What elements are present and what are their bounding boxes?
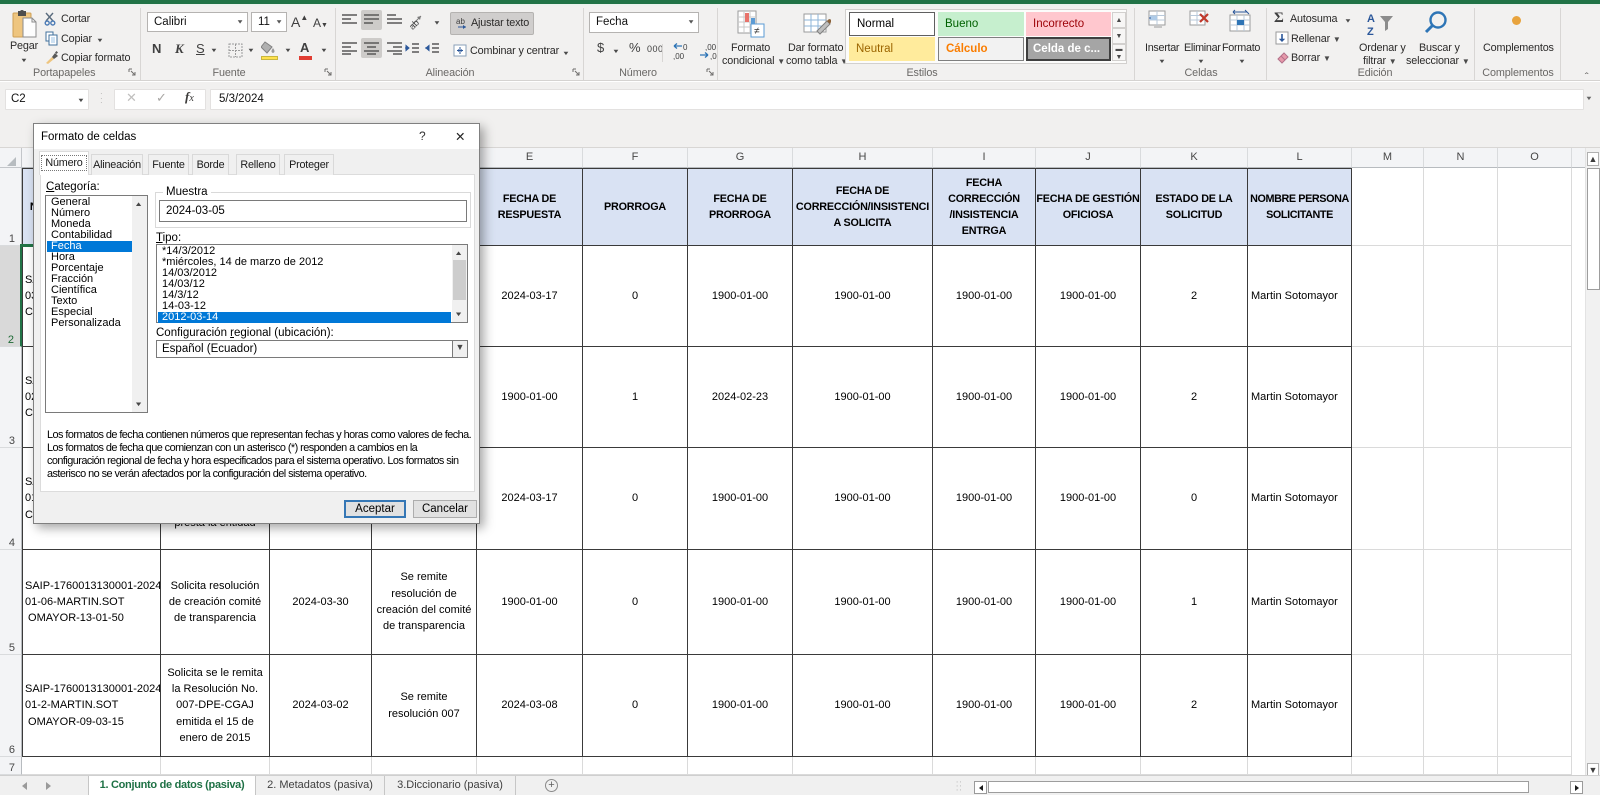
svg-text:0: 0	[683, 43, 688, 52]
svg-text:,00: ,00	[673, 52, 685, 61]
svg-text:,00: ,00	[705, 43, 717, 52]
svg-text:ab: ab	[456, 17, 465, 26]
svg-text:≠: ≠	[754, 26, 760, 37]
svg-text:,0: ,0	[710, 52, 717, 61]
svg-text:ab: ab	[408, 18, 421, 30]
svg-text:Z: Z	[1367, 26, 1374, 37]
svg-text:A: A	[1367, 13, 1375, 25]
